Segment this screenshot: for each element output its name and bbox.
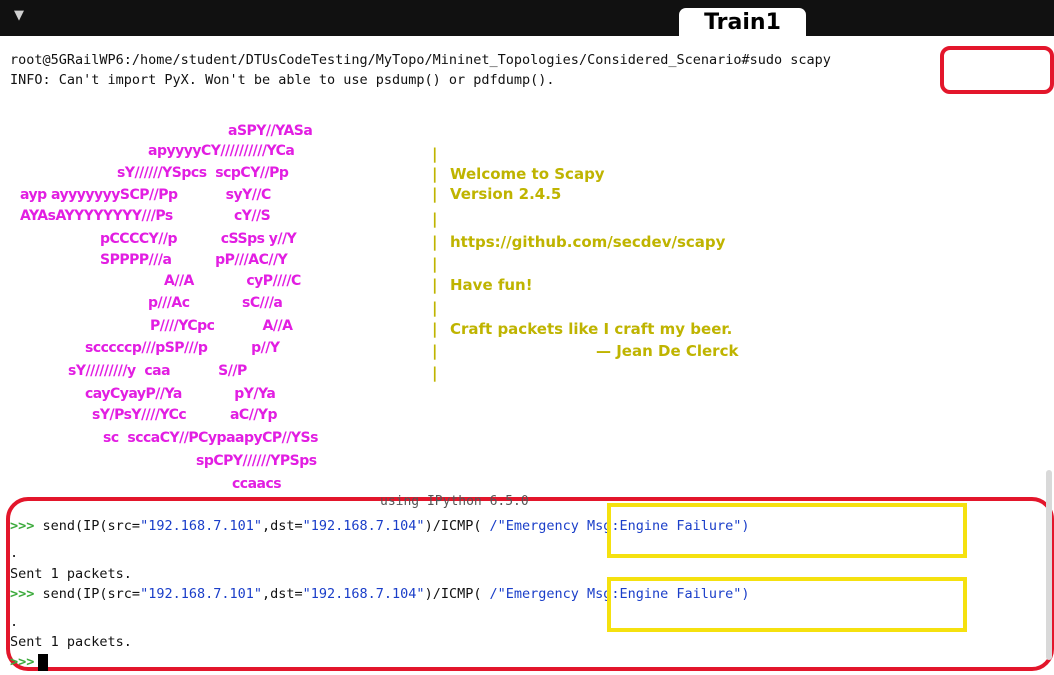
- typed-command: sudo scapy: [749, 52, 831, 68]
- art-line: apyyyyCY//////////YCa: [148, 143, 295, 159]
- python-prompt: >>>: [10, 518, 35, 534]
- info-separator: |: [432, 299, 438, 317]
- art-line: sY/PsY////YCc aC//Yp: [92, 407, 278, 423]
- tab-train1[interactable]: Train1: [679, 8, 806, 36]
- active-prompt-line[interactable]: >>>: [10, 654, 34, 670]
- payload-highlight-box: [607, 577, 967, 632]
- art-line: pCCCCY//p cSSps y//Y: [100, 231, 297, 247]
- art-line: SPPPP///a pP///AC//Y: [100, 252, 288, 268]
- python-prompt: >>>: [10, 586, 35, 602]
- python-prompt: >>>: [10, 654, 35, 670]
- output-dot: .: [10, 545, 19, 561]
- info-separator: |: [432, 364, 438, 382]
- info-separator: |: [432, 320, 438, 338]
- art-line: AYAsAYYYYYYYY///Ps cY//S: [20, 208, 271, 224]
- prompt-path: root@5GRailWP6:/home/student/DTUsCodeTes…: [10, 52, 750, 68]
- quote-author: — Jean De Clerck: [596, 342, 739, 360]
- info-separator: |: [432, 185, 438, 203]
- quote-text: Craft packets like I craft my beer.: [450, 320, 733, 338]
- art-line: P////YCpc A//A: [150, 318, 293, 334]
- sent-result: Sent 1 packets.: [10, 634, 132, 650]
- art-line: cayCyayP//Ya pY/Ya: [85, 386, 276, 402]
- info-separator: |: [432, 145, 438, 163]
- ipython-version-line: using IPython 6.5.0: [380, 494, 529, 509]
- scapy-url: https://github.com/secdev/scapy: [450, 233, 726, 251]
- shell-prompt-line: root@5GRailWP6:/home/student/DTUsCodeTes…: [10, 52, 831, 68]
- art-line: ayp ayyyyyyySCP//Pp syY//C: [20, 187, 271, 203]
- art-line: sc sccaCY//PCypaapyCP//YSs: [103, 430, 318, 446]
- art-line: sY/////////y caa S//P: [68, 363, 247, 379]
- info-separator: |: [432, 233, 438, 251]
- sent-result: Sent 1 packets.: [10, 566, 132, 582]
- have-fun-text: Have fun!: [450, 276, 533, 294]
- info-separator: |: [432, 210, 438, 228]
- terminal-scrollbar[interactable]: [1046, 470, 1052, 660]
- menu-dropdown-icon[interactable]: ▼: [14, 8, 24, 23]
- command-highlight-box: [940, 46, 1054, 94]
- art-line: scccccp///pSP///p p//Y: [85, 340, 280, 356]
- art-line: p///Ac sC///a: [148, 295, 283, 311]
- info-separator: |: [432, 276, 438, 294]
- info-line: INFO: Can't import PyX. Won't be able to…: [10, 72, 555, 88]
- info-separator: |: [432, 342, 438, 360]
- terminal-titlebar: ▼ Train1: [0, 0, 1054, 36]
- output-dot: .: [10, 614, 19, 630]
- art-line: sY//////YSpcs scpCY//Pp: [117, 165, 289, 181]
- welcome-text: Welcome to Scapy: [450, 165, 605, 183]
- art-line: spCPY//////YPSps: [196, 453, 317, 469]
- info-separator: |: [432, 165, 438, 183]
- version-text: Version 2.4.5: [450, 185, 562, 203]
- text-cursor: [38, 654, 48, 671]
- art-line: aSPY//YASa: [228, 123, 313, 139]
- payload-highlight-box: [607, 503, 967, 558]
- art-line: ccaacs: [232, 476, 282, 492]
- art-line: A//A cyP////C: [164, 273, 301, 289]
- info-separator: |: [432, 255, 438, 273]
